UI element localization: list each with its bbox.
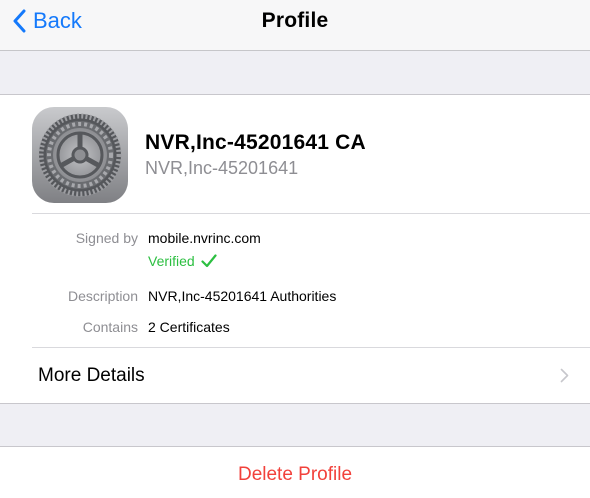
signed-by-row: Signed by mobile.nvrinc.com [0, 230, 590, 252]
section-spacer [0, 403, 590, 447]
page-title: Profile [261, 9, 329, 32]
divider [32, 213, 590, 214]
profile-name: NVR,Inc-45201641 CA [145, 131, 366, 154]
navigation-bar: Back Profile [0, 0, 590, 51]
description-label: Description [67, 288, 138, 304]
more-details-row[interactable]: More Details [0, 348, 590, 403]
verified-status: Verified [148, 253, 217, 269]
delete-profile-button[interactable]: Delete Profile [0, 448, 590, 498]
section-spacer [0, 51, 590, 95]
contains-value: 2 Certificates [148, 319, 230, 335]
profile-screen: Back Profile NVR,Inc-45201641 CA NVR,Inc… [0, 0, 590, 498]
profile-subtitle: NVR,Inc-45201641 [145, 158, 299, 178]
description-row: Description NVR,Inc-45201641 Authorities [0, 288, 590, 310]
signed-by-label: Signed by [75, 230, 138, 246]
contains-label: Contains [82, 319, 138, 335]
description-value: NVR,Inc-45201641 Authorities [148, 288, 337, 304]
profile-info-section: NVR,Inc-45201641 CA NVR,Inc-45201641 Sig… [0, 95, 590, 347]
chevron-right-icon [560, 368, 569, 383]
signed-by-value: mobile.nvrinc.com [148, 230, 261, 246]
more-details-label: More Details [38, 365, 145, 386]
checkmark-icon [201, 254, 217, 268]
verified-label: Verified [148, 253, 195, 269]
settings-gear-icon [32, 107, 128, 203]
verified-row: Verified [0, 253, 590, 275]
contains-row: Contains 2 Certificates [0, 319, 590, 341]
